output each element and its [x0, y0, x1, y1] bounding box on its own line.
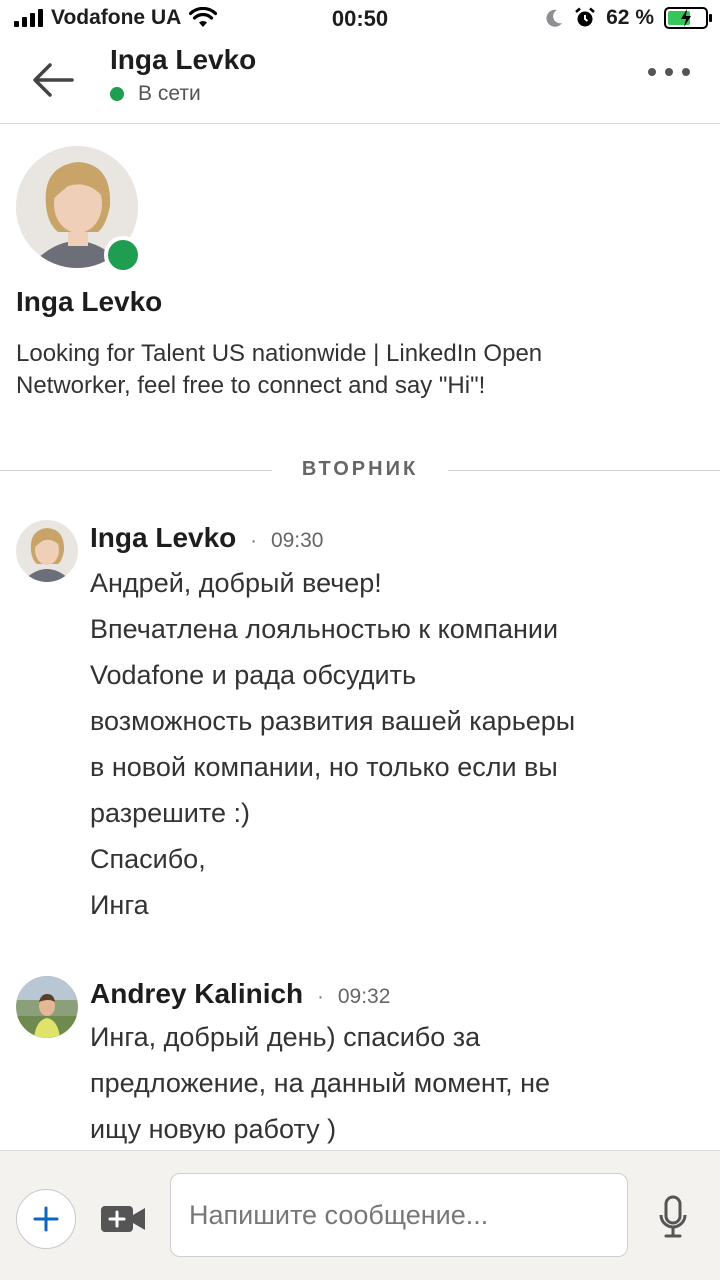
online-dot-icon: [110, 87, 124, 101]
more-dots-icon: [648, 68, 656, 76]
presence-status: В сети: [110, 82, 201, 106]
message-line: разрешите :): [90, 798, 250, 828]
presence-label: В сети: [138, 82, 201, 105]
conversation-title[interactable]: Inga Levko: [110, 44, 256, 76]
message-time: 09:32: [337, 985, 391, 1008]
voice-message-button[interactable]: [658, 1195, 688, 1239]
message-avatar-andrey[interactable]: [16, 976, 78, 1038]
profile-headline: Looking for Talent US nationwide | Linke…: [16, 340, 543, 399]
meta-separator: ·: [317, 986, 324, 1008]
online-status-badge: [104, 236, 142, 274]
arrow-left-icon: [33, 63, 74, 97]
person-portrait-icon: [16, 520, 78, 582]
message-line: в новой компании, но только если вы: [90, 752, 558, 782]
battery-icon: [664, 7, 712, 29]
do-not-disturb-moon-icon: [546, 9, 563, 27]
microphone-icon: [659, 1195, 687, 1238]
person-photo-icon: [16, 976, 78, 1038]
more-options-button[interactable]: [648, 68, 690, 76]
message-line: Андрей, добрый вечер!: [90, 568, 382, 598]
message-meta: Andrey Kalinich · 09:32: [90, 978, 390, 1010]
message-body: Инга, добрый день) спасибо за предложени…: [90, 1014, 690, 1152]
message-body: Андрей, добрый вечер! Впечатлена лояльно…: [90, 560, 690, 928]
message-meta: Inga Levko · 09:30: [90, 522, 324, 554]
message-sender[interactable]: Andrey Kalinich: [90, 978, 303, 1010]
battery-percent: 62 %: [606, 6, 654, 29]
message-line: Инга: [90, 890, 149, 920]
attach-button[interactable]: [16, 1189, 76, 1249]
message-line: Впечатлена лояльностью к компании: [90, 614, 559, 644]
video-camera-plus-icon: [101, 1206, 145, 1232]
day-divider: ВТОРНИК: [0, 456, 720, 484]
plus-icon: [33, 1206, 59, 1232]
message-input[interactable]: [170, 1173, 628, 1257]
status-bar: Vodafone UA 00:50 62 %: [0, 0, 720, 40]
meta-separator: ·: [250, 530, 257, 552]
message-line: возможность развития вашей карьеры: [90, 706, 576, 736]
message-line: Инга, добрый день) спасибо за: [90, 1022, 481, 1052]
conversation-header: Inga Levko В сети: [0, 40, 720, 124]
message-composer: [0, 1150, 720, 1280]
message-sender[interactable]: Inga Levko: [90, 522, 236, 554]
video-message-button[interactable]: [100, 1201, 146, 1237]
message-line: Спасибо,: [90, 844, 206, 874]
message-line: ищу новую работу ): [90, 1114, 337, 1144]
profile-name[interactable]: Inga Levko: [16, 286, 162, 318]
message-line: предложение, на данный момент, не: [90, 1068, 551, 1098]
message-time: 09:30: [270, 529, 324, 552]
charging-bolt-icon: [681, 9, 691, 27]
message-line: Vodafone и рада обсудить: [90, 660, 417, 690]
back-button[interactable]: [28, 58, 78, 102]
alarm-clock-icon: [575, 7, 595, 27]
day-divider-label: ВТОРНИК: [301, 458, 419, 480]
message-avatar-inga[interactable]: [16, 520, 78, 582]
